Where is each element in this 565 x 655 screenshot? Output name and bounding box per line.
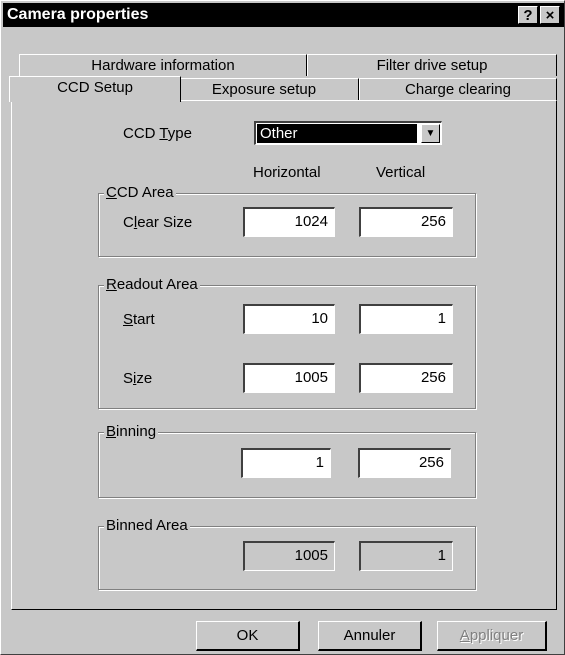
size-vertical-input[interactable]: 256: [359, 363, 453, 393]
readout-area-title: Readout Area: [104, 276, 200, 293]
size-horizontal-input[interactable]: 1005: [243, 363, 335, 393]
binning-vertical-input[interactable]: 256: [358, 448, 451, 478]
horizontal-header: Horizontal: [253, 164, 321, 181]
binning-horizontal-input[interactable]: 1: [241, 448, 331, 478]
tab-filter-drive-setup[interactable]: Filter drive setup: [307, 54, 557, 76]
clear-size-horizontal-input[interactable]: 1024: [243, 207, 335, 237]
binning-title: Binning: [104, 423, 159, 440]
ccd-type-select[interactable]: Other ▼: [254, 121, 442, 145]
apply-button[interactable]: Appliquer: [437, 621, 547, 651]
start-vertical-input[interactable]: 1: [359, 304, 453, 334]
ccd-type-label: CCD Type: [123, 125, 192, 142]
ok-button[interactable]: OK: [196, 621, 300, 651]
camera-properties-dialog: Camera properties ? × Hardware informati…: [0, 0, 565, 655]
vertical-header: Vertical: [376, 164, 426, 181]
close-icon[interactable]: ×: [540, 6, 560, 24]
size-label: Size: [123, 370, 153, 387]
title-bar: Camera properties ? ×: [3, 3, 564, 27]
tab-exposure-setup[interactable]: Exposure setup: [169, 78, 359, 100]
ccd-type-value: Other: [257, 124, 417, 143]
window-title: Camera properties: [7, 6, 149, 23]
ccd-area-title: CCD Area: [104, 184, 176, 201]
help-icon[interactable]: ?: [518, 6, 538, 24]
start-horizontal-input[interactable]: 10: [243, 304, 335, 334]
cancel-button[interactable]: Annuler: [318, 621, 422, 651]
clear-size-label: Clear Size: [123, 214, 193, 231]
tab-ccd-setup[interactable]: CCD Setup: [9, 76, 181, 102]
binned-area-vertical-value: 1: [359, 541, 453, 571]
binned-area-title: Binned Area: [104, 517, 190, 534]
chevron-down-icon[interactable]: ▼: [421, 124, 440, 143]
tab-charge-clearing[interactable]: Charge clearing: [359, 78, 557, 100]
start-label: Start: [123, 311, 155, 328]
clear-size-vertical-input[interactable]: 256: [359, 207, 453, 237]
binned-area-horizontal-value: 1005: [243, 541, 335, 571]
tab-hardware-information[interactable]: Hardware information: [19, 54, 307, 76]
